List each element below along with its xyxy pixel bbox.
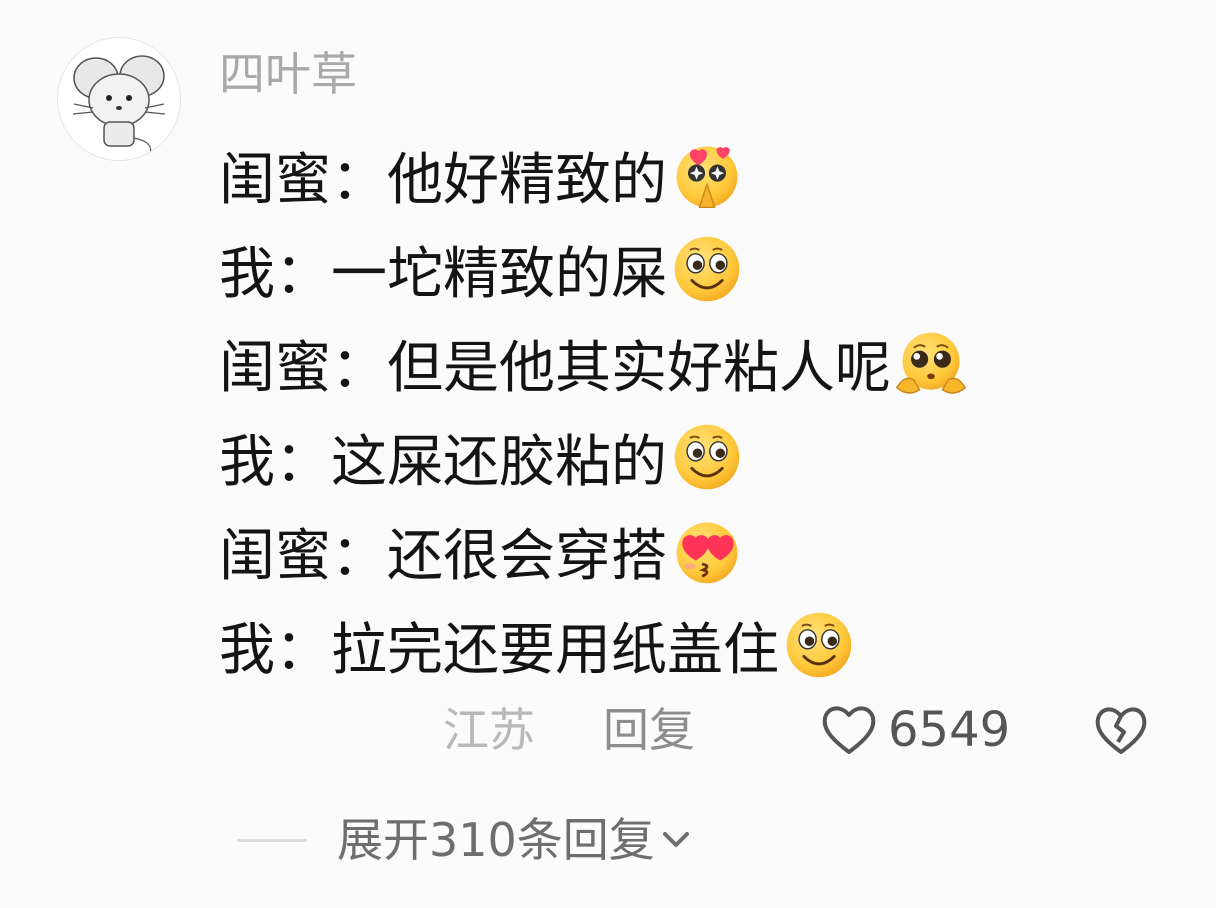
- comment-line: 我：拉完还要用纸盖住: [219, 598, 969, 692]
- username[interactable]: 四叶草: [219, 46, 357, 102]
- chevron-down-icon: [662, 832, 689, 847]
- comment-line-text: 闺蜜：但是他其实好粘人呢: [219, 335, 891, 401]
- comment-footer: 江苏 回复 6549: [0, 700, 1216, 760]
- broken-heart-icon[interactable]: [1093, 702, 1149, 758]
- grinning-face-icon: [674, 424, 740, 490]
- expand-replies-label: 展开310条回复: [337, 813, 655, 867]
- heart-icon[interactable]: [820, 702, 878, 758]
- comment-line: 我：这屎还胶粘的: [219, 410, 969, 504]
- comment-body: 闺蜜：他好精致的 我：一坨精致的屎 闺蜜：但是他其实好粘人呢 我：这屎还胶粘的 …: [219, 128, 969, 692]
- comment-line: 闺蜜：还很会穿搭: [219, 504, 969, 598]
- expand-replies-button[interactable]: 展开310条回复: [337, 810, 693, 870]
- expand-replies-row: 展开310条回复: [0, 810, 1216, 870]
- comment-line: 闺蜜：他好精致的: [219, 128, 969, 222]
- divider: [237, 839, 307, 842]
- comment-line: 我：一坨精致的屎: [219, 222, 969, 316]
- comment-line-text: 我：拉完还要用纸盖住: [219, 617, 779, 683]
- mouse-avatar-icon: [72, 55, 166, 155]
- grinning-face-icon: [674, 236, 740, 302]
- heart-eyes-kiss-face-icon: [676, 522, 738, 584]
- location-label: 江苏: [443, 703, 535, 757]
- reply-button[interactable]: 回复: [603, 700, 695, 760]
- comment-line-text: 我：一坨精致的屎: [219, 241, 667, 307]
- comment-line-text: 闺蜜：他好精致的: [219, 147, 667, 213]
- comment-line-text: 我：这屎还胶粘的: [219, 429, 667, 495]
- comment-item: 四叶草 闺蜜：他好精致的 我：一坨精致的屎 闺蜜：但是他其实好粘人呢 我：这屎还…: [0, 0, 1216, 908]
- grinning-face-icon: [786, 612, 852, 678]
- avatar[interactable]: [57, 37, 181, 161]
- comment-line-text: 闺蜜：还很会穿搭: [219, 523, 667, 589]
- star-eyes-praying-face-icon: [676, 146, 738, 209]
- like-count: 6549: [888, 702, 1011, 758]
- pleading-face-icon: [895, 332, 967, 394]
- comment-line: 闺蜜：但是他其实好粘人呢: [219, 316, 969, 410]
